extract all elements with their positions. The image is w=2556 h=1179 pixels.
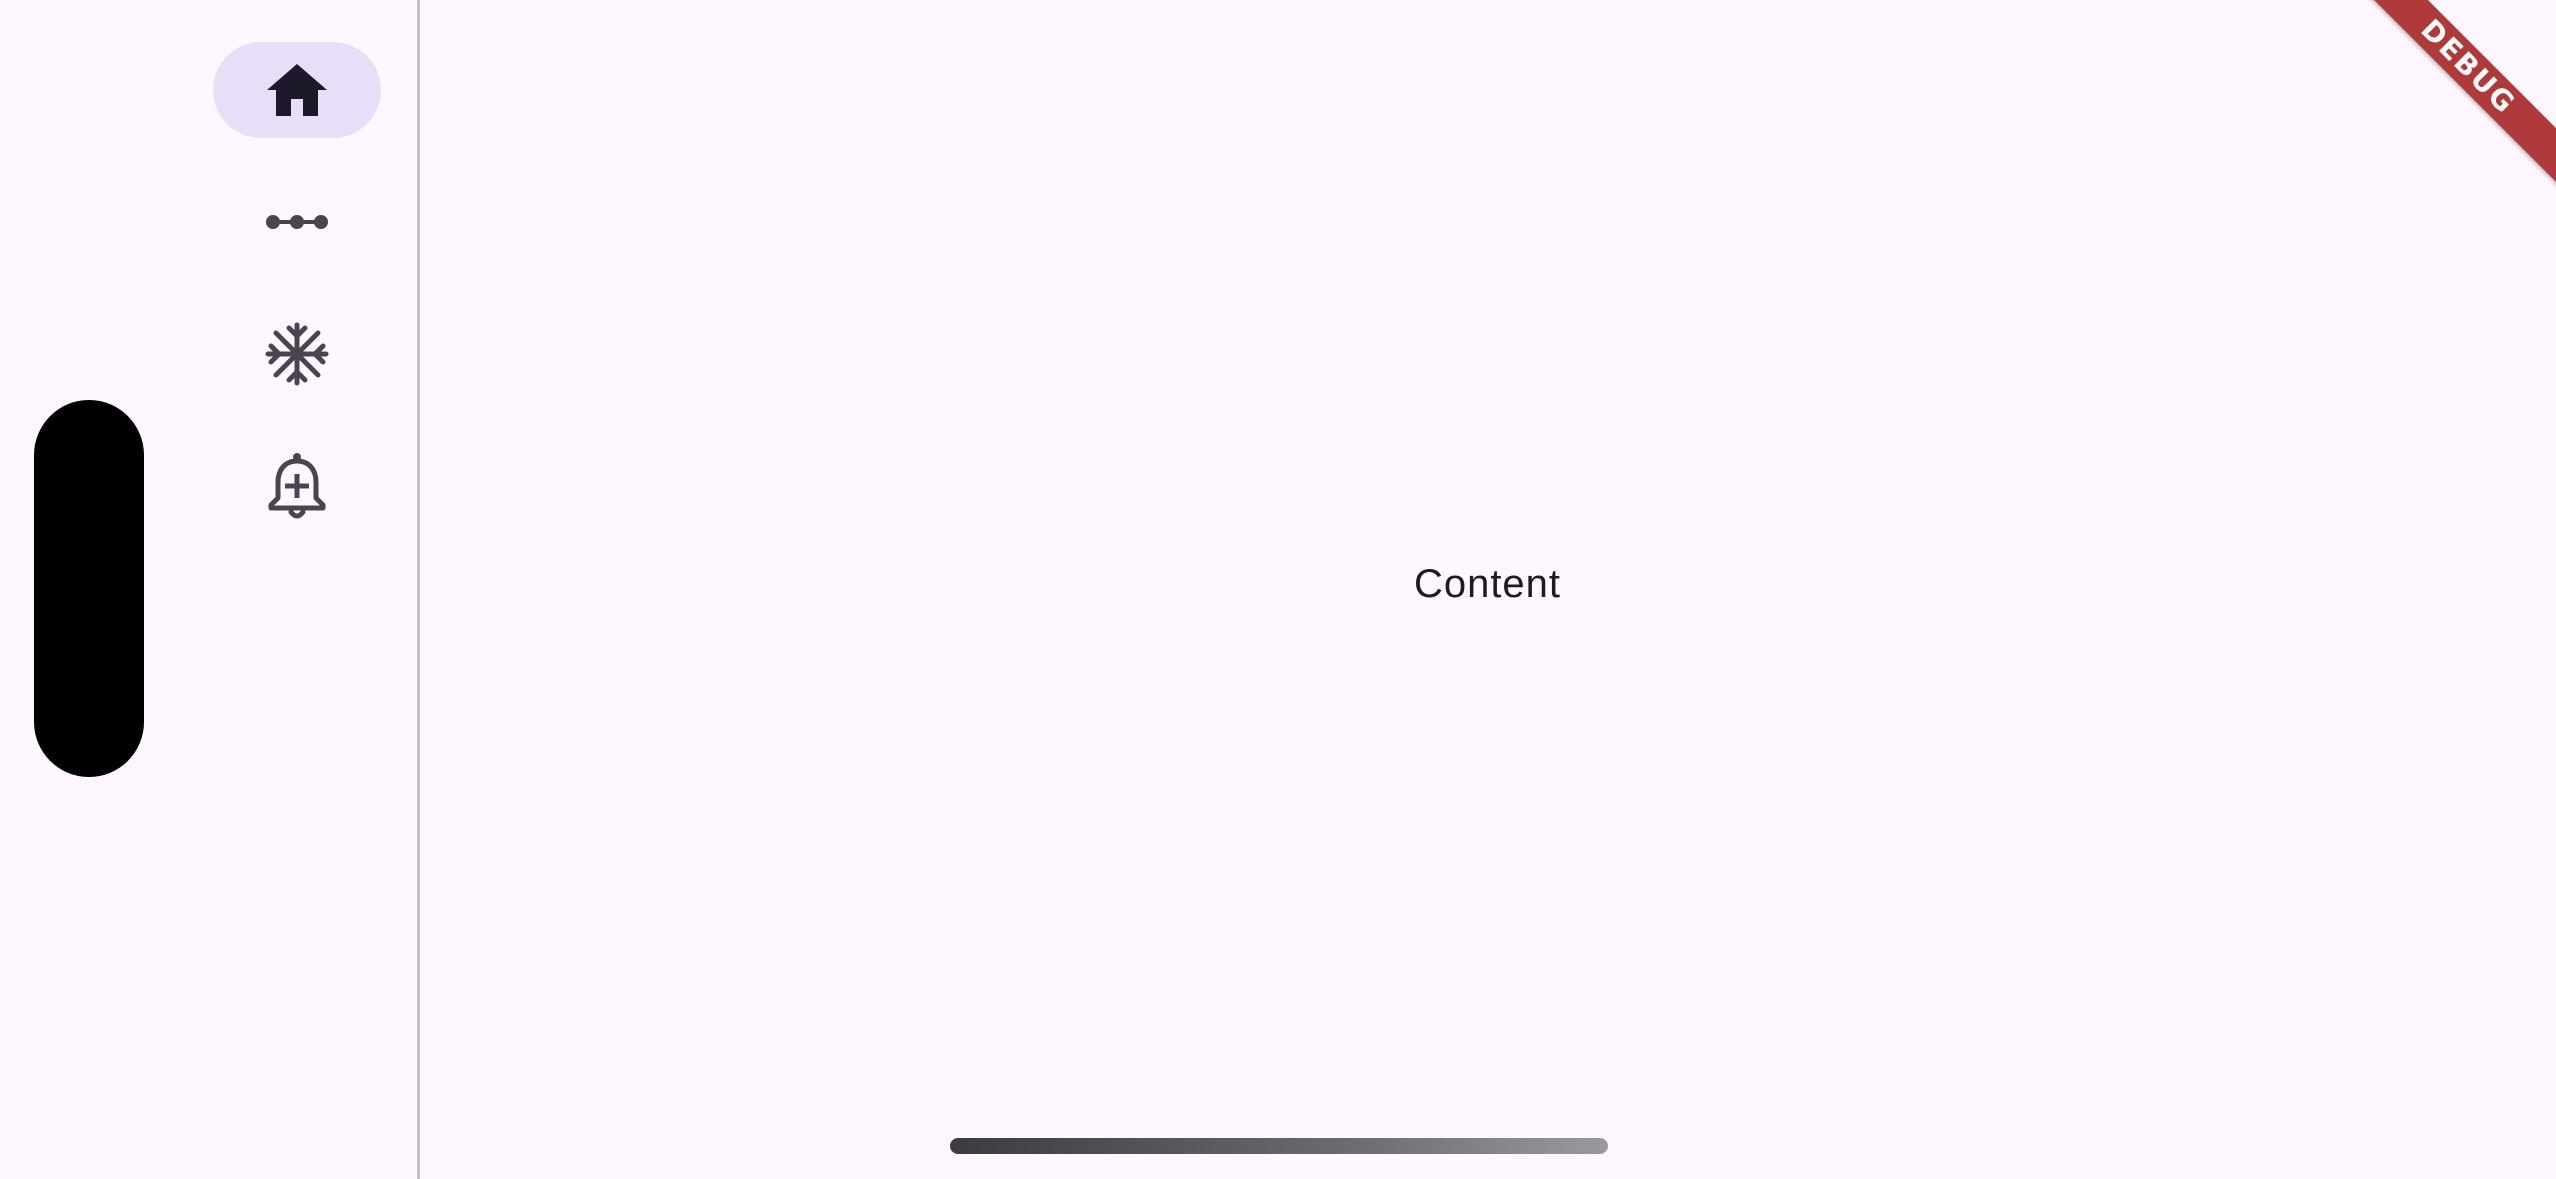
debug-banner: DEBUG [2356,0,2556,200]
rail-divider [417,0,420,1179]
home-indicator-bar[interactable] [950,1138,1608,1154]
home-icon [267,64,327,116]
add-alert-icon [268,453,326,519]
content-label: Content [1413,562,1562,606]
nav-item-add-alert[interactable] [213,438,381,534]
nav-item-commit[interactable] [213,174,381,270]
commit-icon [266,215,328,229]
nav-item-home[interactable] [213,42,381,138]
navigation-rail [0,0,417,1179]
nav-item-snowflake[interactable] [213,306,381,402]
debug-banner-label: DEBUG [2356,0,2556,187]
snowflake-icon [265,322,329,386]
